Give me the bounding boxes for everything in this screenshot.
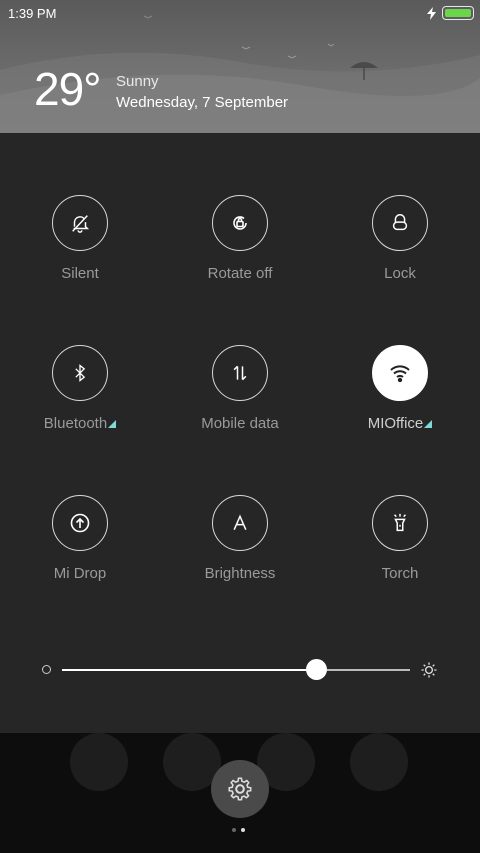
battery-status — [427, 6, 474, 20]
page-indicator — [232, 828, 245, 832]
gear-icon — [228, 777, 252, 801]
brightness-slider[interactable] — [62, 669, 410, 671]
phone-app-icon — [70, 733, 128, 791]
toggle-mobile-data[interactable]: Mobile data — [160, 345, 320, 432]
toggle-wifi[interactable]: MIOffice — [320, 345, 480, 432]
toggle-silent[interactable]: Silent — [0, 195, 160, 282]
toggle-brightness[interactable]: Brightness — [160, 495, 320, 582]
toggle-mi-drop[interactable]: Mi Drop — [0, 495, 160, 582]
brightness-min-icon — [42, 665, 51, 674]
menu-indicator-icon — [424, 420, 433, 428]
weather-header: 1:39 PM 29° Sunny Wednesday, 7 September — [0, 0, 480, 133]
settings-button[interactable] — [211, 760, 269, 818]
brightness-thumb[interactable] — [305, 659, 327, 680]
brightness-max-icon — [421, 662, 437, 678]
weather-date: Wednesday, 7 September — [116, 94, 289, 111]
brightness-fill — [62, 669, 317, 671]
weather-condition: Sunny — [116, 73, 159, 90]
lock-icon — [372, 195, 428, 251]
bluetooth-icon — [52, 345, 108, 401]
toggle-rotate[interactable]: Rotate off — [160, 195, 320, 282]
charging-bolt-icon — [427, 6, 436, 20]
toggle-torch[interactable]: Torch — [320, 495, 480, 582]
battery-icon — [442, 6, 474, 20]
temperature: 29° — [34, 63, 102, 115]
status-time: 1:39 PM — [8, 6, 57, 21]
toggle-lock[interactable]: Lock — [320, 195, 480, 282]
bell-off-icon — [52, 195, 108, 251]
toggle-bluetooth[interactable]: Bluetooth — [0, 345, 160, 432]
flashlight-icon — [372, 495, 428, 551]
menu-indicator-icon — [108, 420, 117, 428]
camera-app-icon — [350, 733, 408, 791]
upload-icon — [52, 495, 108, 551]
rotate-lock-icon — [212, 195, 268, 251]
mobile-data-icon — [212, 345, 268, 401]
auto-brightness-icon — [212, 495, 268, 551]
wifi-icon — [372, 345, 428, 401]
